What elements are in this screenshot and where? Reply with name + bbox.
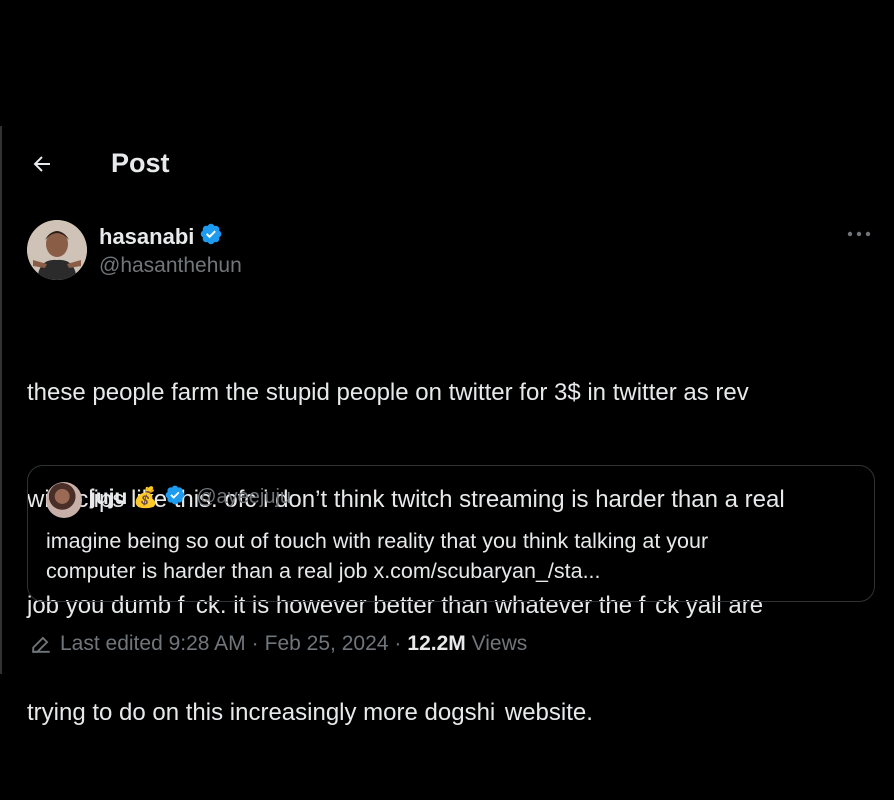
more-options-icon[interactable]: [845, 222, 873, 246]
quoted-text: imagine being so out of touch with reali…: [46, 526, 856, 586]
tweet-text-line: these people farm the stupid people on t…: [27, 379, 749, 406]
tweet-meta: Last edited 9:28 AM · Feb 25, 2024 · 12.2M V…: [30, 630, 527, 658]
author-handle[interactable]: @hasanthehun: [99, 254, 242, 278]
post-time[interactable]: 9:28 AM: [169, 632, 246, 656]
author-display-name[interactable]: hasanabi: [99, 224, 194, 250]
separator: ·: [394, 632, 402, 655]
verified-badge-icon: [199, 222, 223, 252]
views-label: Views: [471, 632, 528, 655]
quoted-tweet-card[interactable]: juju 💰 @ayeejuju imagine being so out of…: [27, 465, 875, 602]
separator: ·: [251, 632, 259, 655]
post-header: Post: [30, 140, 170, 188]
quoted-text-line[interactable]: computer is harder than a real job x.com…: [46, 556, 856, 586]
quoted-text-line: imagine being so out of touch with reali…: [46, 529, 709, 553]
quoted-avatar: [46, 482, 82, 518]
page-title: Post: [111, 148, 170, 178]
money-bag-emoji: 💰: [133, 486, 159, 509]
pencil-icon[interactable]: [30, 633, 52, 655]
timeline-border: [0, 126, 2, 674]
post-date[interactable]: Feb 25, 2024: [265, 632, 389, 656]
quoted-author: juju 💰 @ayeejuju: [90, 484, 291, 511]
avatar[interactable]: [27, 220, 87, 280]
tweet-text-line: trying to do on this increasingly more d…: [27, 698, 593, 726]
tweet-author: hasanabi @hasanthehun: [27, 220, 877, 284]
verified-badge-icon: [164, 484, 186, 511]
quoted-handle: @ayeejuju: [196, 486, 292, 508]
author-name[interactable]: hasanabi: [99, 222, 223, 252]
back-arrow-icon[interactable]: [30, 152, 54, 176]
views-count: 12.2M: [407, 632, 466, 655]
quoted-display-name: juju: [90, 485, 128, 509]
edited-label[interactable]: Last edited: [60, 632, 163, 656]
